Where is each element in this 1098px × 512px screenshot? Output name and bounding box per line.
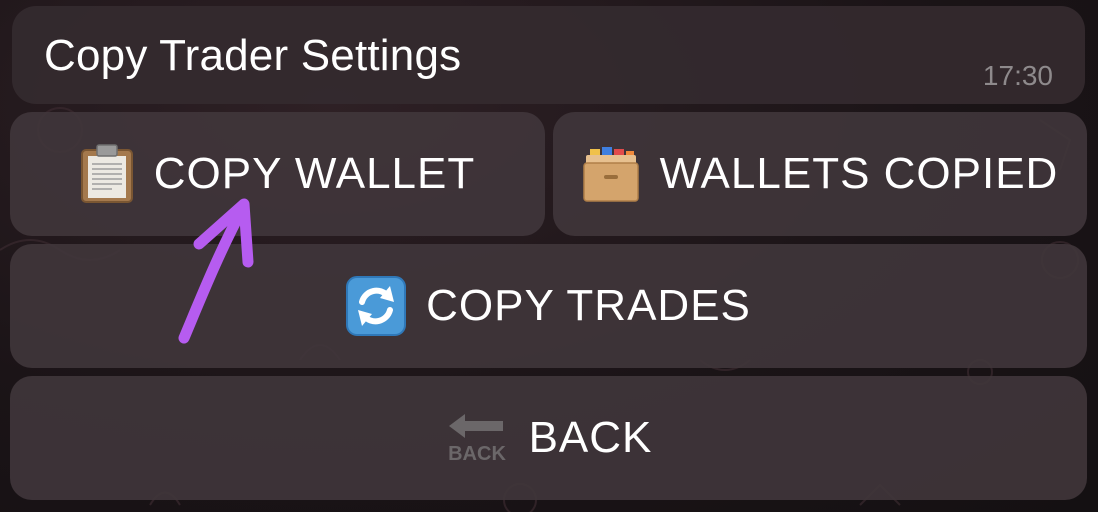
message-text: Copy Trader Settings: [44, 31, 462, 80]
copy-wallet-button[interactable]: COPY WALLET: [10, 112, 545, 236]
copy-wallet-label: COPY WALLET: [153, 149, 476, 198]
back-button[interactable]: BACK BACK: [10, 376, 1087, 500]
card-file-box-icon: [582, 145, 640, 203]
refresh-arrows-icon: [346, 276, 407, 336]
wallets-copied-button[interactable]: WALLETS COPIED: [553, 112, 1087, 236]
message-timestamp: 17:30: [982, 60, 1053, 91]
wallets-copied-label: WALLETS COPIED: [659, 149, 1059, 198]
clipboard-icon: [80, 144, 134, 204]
message-bubble: Copy Trader Settings 17:30: [12, 6, 1085, 104]
copy-trades-button[interactable]: COPY TRADES: [10, 244, 1087, 368]
copy-trades-label: COPY TRADES: [426, 281, 751, 330]
back-label: BACK: [528, 413, 653, 462]
back-arrow-icon: BACK: [445, 412, 509, 465]
back-icon-text: BACK: [448, 443, 506, 464]
